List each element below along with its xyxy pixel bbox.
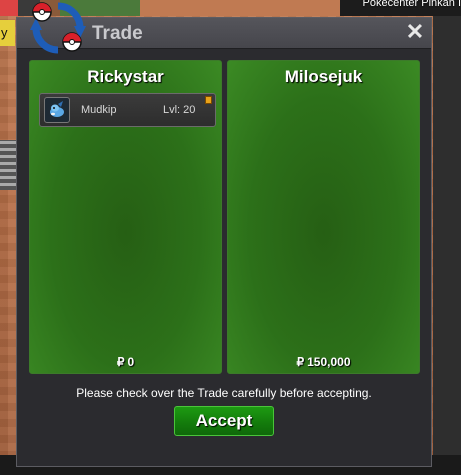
their-offer-panel: Milosejuk ₽150,000	[227, 60, 420, 374]
trade-item-row[interactable]: Mudkip Lvl: 20	[39, 93, 216, 127]
item-flag-icon	[205, 96, 212, 104]
item-name: Mudkip	[81, 104, 117, 116]
window-title: Trade	[92, 23, 143, 44]
my-offer-panel: Rickystar Mudkip Lvl: 20 ₽0	[29, 60, 222, 374]
money-left: ₽0	[30, 355, 221, 369]
accept-button[interactable]: Accept	[174, 406, 274, 436]
background-right-edge	[433, 16, 461, 475]
side-chip: y	[0, 20, 15, 46]
money-amount-right: 150,000	[307, 355, 351, 369]
trade-window: Trade ✕ Rickystar Mudkip Lvl: 20 ₽0 Milo…	[16, 17, 432, 467]
player-name-left: Rickystar	[87, 67, 164, 86]
money-right: ₽150,000	[228, 355, 419, 369]
location-label: Pokecenter Pinkan I	[362, 0, 461, 9]
pokedollar-icon: ₽	[116, 355, 125, 369]
player-name-right: Milosejuk	[284, 67, 363, 86]
trade-notice: Please check over the Trade carefully be…	[76, 386, 372, 400]
trade-logo-icon	[28, 0, 88, 56]
background-fence	[0, 140, 16, 190]
close-button[interactable]: ✕	[405, 21, 425, 43]
close-icon: ✕	[405, 19, 425, 44]
mudkip-icon	[44, 97, 70, 123]
item-level: Lvl: 20	[163, 104, 196, 116]
pokedollar-icon: ₽	[296, 355, 305, 369]
money-amount-left: 0	[127, 355, 135, 369]
